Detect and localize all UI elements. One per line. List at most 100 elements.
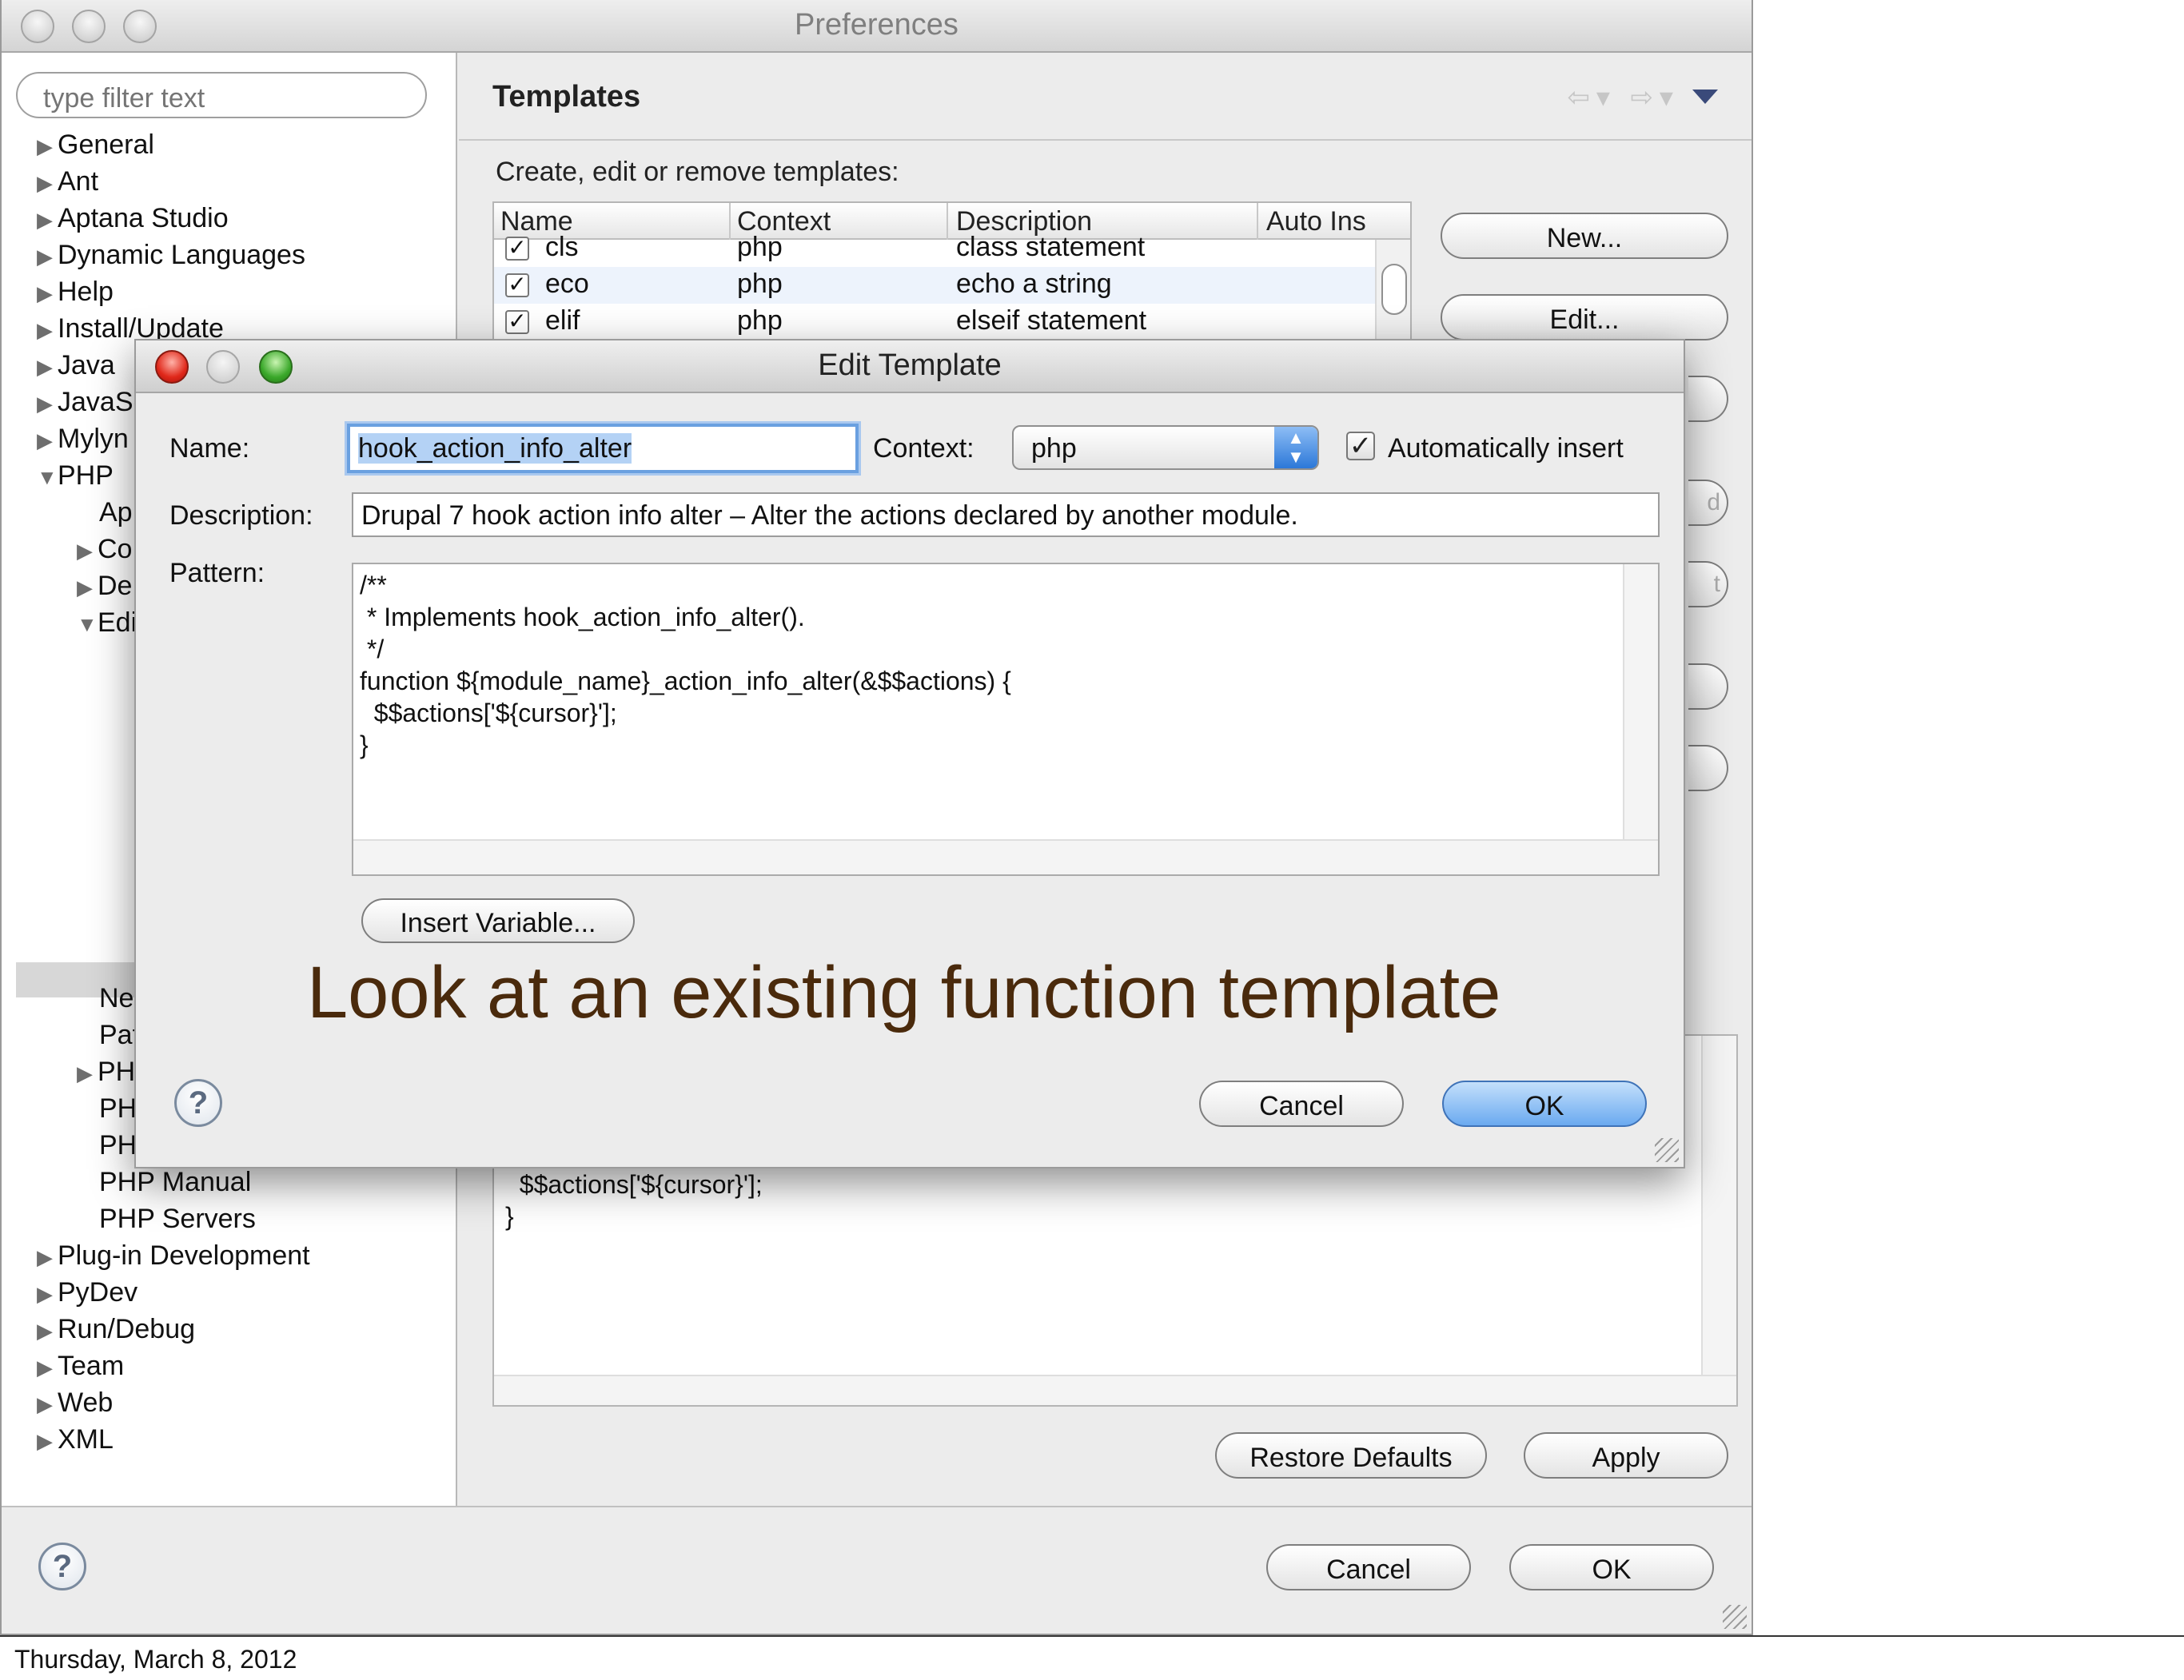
row-context: php [737,232,783,262]
expand-arrow-icon[interactable]: ▶ [77,539,94,563]
help-icon[interactable]: ? [174,1079,222,1127]
tree-item-php[interactable]: ▼PHP [37,460,114,492]
tree-item-run-debug[interactable]: ▶ Run/Debug [37,1314,195,1345]
tree-item-aptana[interactable]: ▶ Aptana Studio [37,203,229,234]
name-field[interactable]: hook_action_info_alter [347,424,859,473]
context-select[interactable]: php ▲ ▼ [1012,425,1319,470]
tree-item-php-new-project[interactable]: Ne [99,983,134,1014]
auto-insert-checkbox[interactable]: ✓ [1346,432,1375,460]
resize-grip-icon[interactable] [1723,1605,1747,1629]
tree-item-pydev[interactable]: ▶ PyDev [37,1277,137,1308]
tree-item-help[interactable]: ▶ Help [37,277,114,308]
table-vertical-scrollbar[interactable] [1375,240,1410,344]
expand-arrow-icon[interactable]: ▶ [37,134,54,159]
tree-item-php-ph3[interactable]: PH [99,1130,137,1161]
tree-item-java[interactable]: ▶ Java [37,350,115,381]
collapse-arrow-icon[interactable]: ▼ [37,465,58,490]
expand-arrow-icon[interactable]: ▶ [77,1061,94,1086]
templates-table[interactable]: Name Context Description Auto Ins ✓ cls … [492,201,1412,345]
preview-vertical-scrollbar[interactable] [1701,1036,1736,1405]
preview-horizontal-scrollbar[interactable] [494,1375,1736,1405]
restore-defaults-button[interactable]: Restore Defaults [1215,1432,1487,1479]
expand-arrow-icon[interactable]: ▶ [37,355,54,380]
tree-item-xml[interactable]: ▶ XML [37,1424,114,1455]
expand-arrow-icon[interactable]: ▶ [37,1429,54,1454]
expand-arrow-icon[interactable]: ▶ [37,318,54,343]
insert-variable-button[interactable]: Insert Variable... [361,898,635,943]
context-value: php [1031,433,1077,464]
expand-arrow-icon[interactable]: ▶ [37,1392,54,1417]
filter-input[interactable] [16,72,427,118]
tree-item-php-debug[interactable]: ▶ De [77,571,132,602]
edit-template-button[interactable]: Edit... [1441,294,1728,340]
tree-item-php-manual[interactable]: PHP Manual [99,1167,251,1198]
scrollbar-thumb[interactable] [1381,264,1407,315]
preferences-cancel-button[interactable]: Cancel [1266,1544,1471,1590]
table-row[interactable]: ✓ elif php elseif statement [494,304,1378,340]
resize-grip-icon[interactable] [1655,1138,1679,1162]
tree-item-dynamic-languages[interactable]: ▶ Dynamic Languages [37,240,305,271]
preferences-ok-button[interactable]: OK [1509,1544,1714,1590]
tree-item-mylyn[interactable]: ▶ Mylyn [37,424,129,455]
expand-arrow-icon[interactable]: ▶ [37,208,54,233]
tree-item-php-ph1[interactable]: ▶ PH [77,1057,135,1088]
tree-label: JavaSc [58,387,147,417]
select-stepper-icon[interactable]: ▲ ▼ [1274,427,1317,468]
tree-label: Co [98,534,133,564]
row-checkbox[interactable]: ✓ [505,237,529,261]
pattern-code[interactable]: /** * Implements hook_action_info_alter(… [360,569,1011,761]
preview-code: $$actions['${cursor}']; } [505,1170,763,1231]
row-checkbox[interactable]: ✓ [505,310,529,334]
table-row[interactable]: ✓ eco php echo a string [494,267,1378,304]
back-forward-icon[interactable]: ⇦▾ ⇨▾ [1567,82,1680,113]
tree-item-php-editor[interactable]: ▼Edi [77,607,137,639]
row-description: echo a string [956,269,1112,299]
footer-divider [0,1635,2184,1637]
expand-arrow-icon[interactable]: ▶ [77,575,94,600]
tree-label: De [98,571,133,601]
pattern-horizontal-scrollbar[interactable] [353,839,1658,874]
tree-label: PH [99,1093,137,1124]
pattern-editor[interactable]: /** * Implements hook_action_info_alter(… [352,563,1660,876]
tree-item-php-servers[interactable]: PHP Servers [99,1204,256,1235]
preferences-titlebar: Preferences [2,0,1752,53]
tree-label: Ant [58,166,99,197]
edit-template-dialog: Edit Template Name: hook_action_info_alt… [134,339,1685,1168]
expand-arrow-icon[interactable]: ▶ [37,1319,54,1344]
help-icon[interactable]: ? [38,1543,86,1590]
tree-item-plugin-development[interactable]: ▶ Plug-in Development [37,1240,310,1272]
expand-arrow-icon[interactable]: ▶ [37,245,54,269]
tree-label: PHP [58,460,114,491]
expand-arrow-icon[interactable]: ▶ [37,392,54,416]
tree-item-ant[interactable]: ▶ Ant [37,166,98,197]
tree-item-php-appearance[interactable]: Ap [99,497,133,528]
tree-item-javascript[interactable]: ▶ JavaSc [37,387,147,418]
footer-date: Thursday, March 8, 2012 [14,1645,297,1674]
expand-arrow-icon[interactable]: ▶ [37,1356,54,1380]
table-row[interactable]: ✓ cls php class statement [494,230,1378,267]
expand-arrow-icon[interactable]: ▶ [37,171,54,196]
tree-item-php-ph2[interactable]: PH [99,1093,137,1125]
expand-arrow-icon[interactable]: ▶ [37,1282,54,1307]
tree-item-web[interactable]: ▶ Web [37,1387,113,1419]
dialog-cancel-button[interactable]: Cancel [1199,1081,1404,1127]
expand-arrow-icon[interactable]: ▶ [37,281,54,306]
view-menu-icon[interactable] [1692,90,1718,104]
new-template-button[interactable]: New... [1441,213,1728,259]
tree-item-team[interactable]: ▶ Team [37,1351,124,1382]
stub-label: t [1713,571,1720,597]
tree-label: Aptana Studio [58,203,229,233]
description-field[interactable]: Drupal 7 hook action info alter – Alter … [352,492,1660,537]
row-checkbox[interactable]: ✓ [505,273,529,297]
tree-item-php-code[interactable]: ▶ Co [77,534,132,565]
tree-label: PH [98,1057,136,1087]
apply-button[interactable]: Apply [1524,1432,1728,1479]
dialog-ok-button[interactable]: OK [1442,1081,1647,1127]
expand-arrow-icon[interactable]: ▶ [37,428,54,453]
tree-item-general[interactable]: ▶ General [37,129,154,161]
description-label: Description: [169,500,313,531]
pattern-vertical-scrollbar[interactable] [1623,564,1658,874]
expand-arrow-icon[interactable]: ▶ [37,1245,54,1270]
page-title: Templates [492,80,641,113]
collapse-arrow-icon[interactable]: ▼ [77,612,98,637]
